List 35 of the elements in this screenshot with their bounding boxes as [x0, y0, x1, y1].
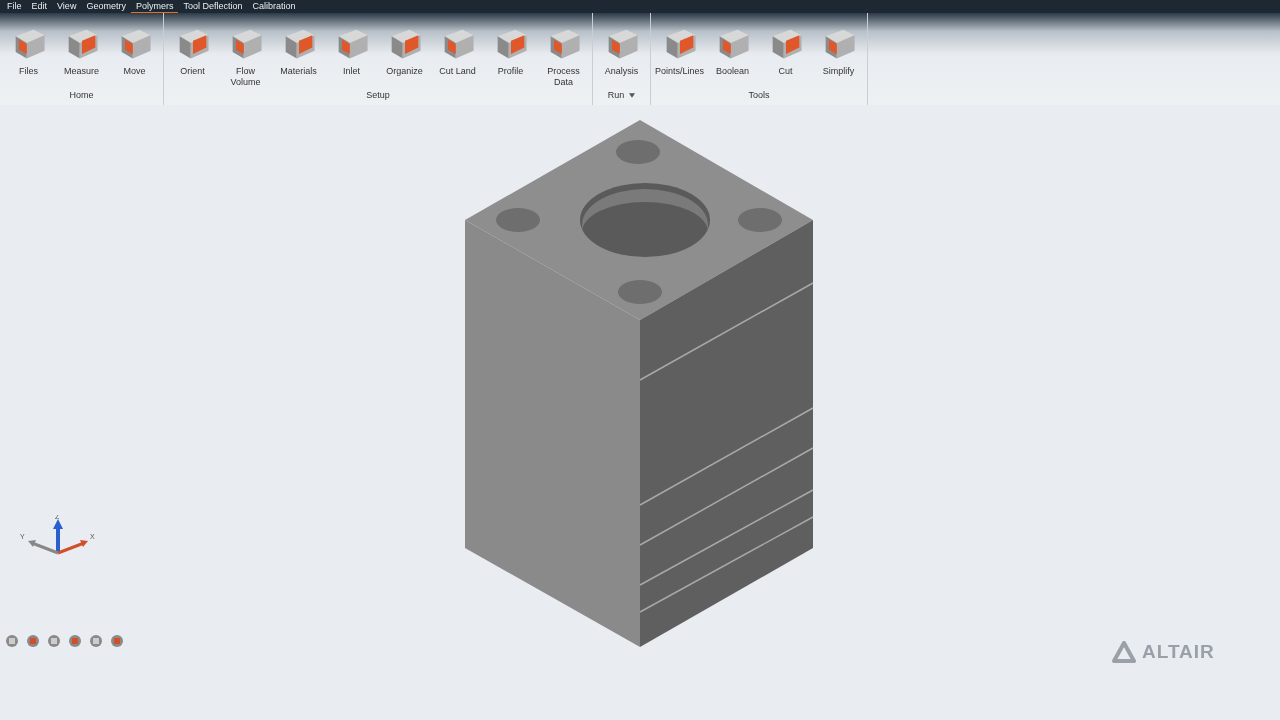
group-label: Tools: [748, 90, 770, 100]
view-tool-icon[interactable]: [4, 633, 20, 649]
group-label: Setup: [366, 90, 390, 100]
ribbon-button[interactable]: Process Data: [537, 13, 590, 88]
menu-tab[interactable]: Edit: [26, 0, 53, 13]
menu-tab[interactable]: View: [52, 0, 82, 13]
ribbon-button[interactable]: Simplify: [812, 13, 865, 77]
menu-tab[interactable]: File: [2, 0, 27, 13]
ribbon-button[interactable]: Files: [2, 13, 55, 77]
ribbon-button[interactable]: Boolean: [706, 13, 759, 77]
view-tool-icon[interactable]: [25, 633, 41, 649]
view-tool-icon[interactable]: [67, 633, 83, 649]
ribbon-button[interactable]: Measure: [55, 13, 108, 77]
group-label[interactable]: Run: [607, 90, 625, 100]
group-label: Home: [69, 90, 94, 100]
menu-tab[interactable]: Calibration: [247, 0, 301, 13]
ribbon-button[interactable]: Organize: [378, 13, 431, 88]
menu-tab[interactable]: Geometry: [81, 0, 131, 13]
view-tool-icon[interactable]: [109, 633, 125, 649]
triangle-logo-icon: [1112, 641, 1136, 663]
view-tool-icon[interactable]: [46, 633, 62, 649]
ribbon-button[interactable]: Move: [108, 13, 161, 77]
view-tool-icon[interactable]: [88, 633, 104, 649]
logo-text: ALTAIR: [1142, 641, 1215, 663]
ribbon-button[interactable]: Cut Land: [431, 13, 484, 88]
caret-icon[interactable]: [629, 92, 636, 98]
ribbon-button[interactable]: Analysis: [595, 13, 648, 77]
ribbon-button[interactable]: Points/Lines: [653, 13, 706, 77]
menu-tab[interactable]: Tool Deflection: [178, 0, 248, 13]
ribbon-button[interactable]: Profile: [484, 13, 537, 88]
ribbon-button[interactable]: Cut: [759, 13, 812, 77]
ribbon-button[interactable]: Flow Volume: [219, 13, 272, 88]
ribbon-button[interactable]: Materials: [272, 13, 325, 88]
ribbon-button[interactable]: Orient: [166, 13, 219, 88]
ribbon-button[interactable]: Inlet: [325, 13, 378, 88]
